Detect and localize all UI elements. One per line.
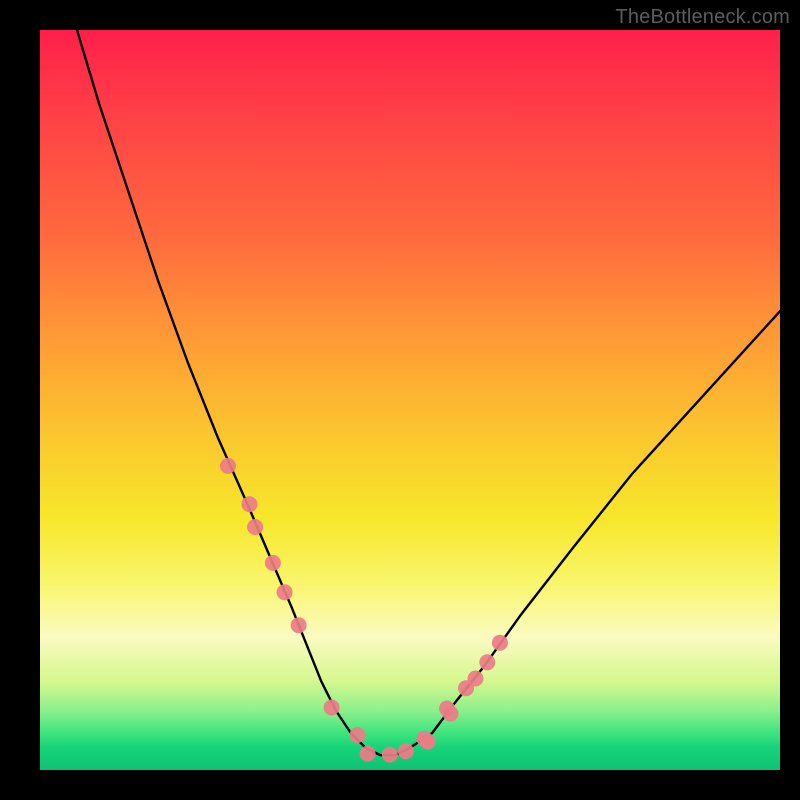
data-point (382, 747, 398, 763)
data-point (247, 519, 263, 535)
curve-layer (40, 30, 780, 770)
chart-frame: TheBottleneck.com (0, 0, 800, 800)
data-point (291, 617, 307, 633)
data-point (420, 734, 436, 750)
watermark-text: TheBottleneck.com (615, 6, 790, 29)
bottleneck-curve (77, 30, 780, 755)
data-point (443, 706, 459, 722)
data-point (398, 743, 414, 759)
data-point (265, 555, 281, 571)
plot-area (40, 30, 780, 770)
data-point (479, 654, 495, 670)
data-point (360, 746, 376, 762)
data-point (324, 700, 340, 716)
data-point (277, 584, 293, 600)
data-point (242, 496, 258, 512)
data-point (492, 635, 508, 651)
data-point (468, 671, 484, 687)
data-point (220, 458, 236, 474)
data-point (350, 727, 366, 743)
